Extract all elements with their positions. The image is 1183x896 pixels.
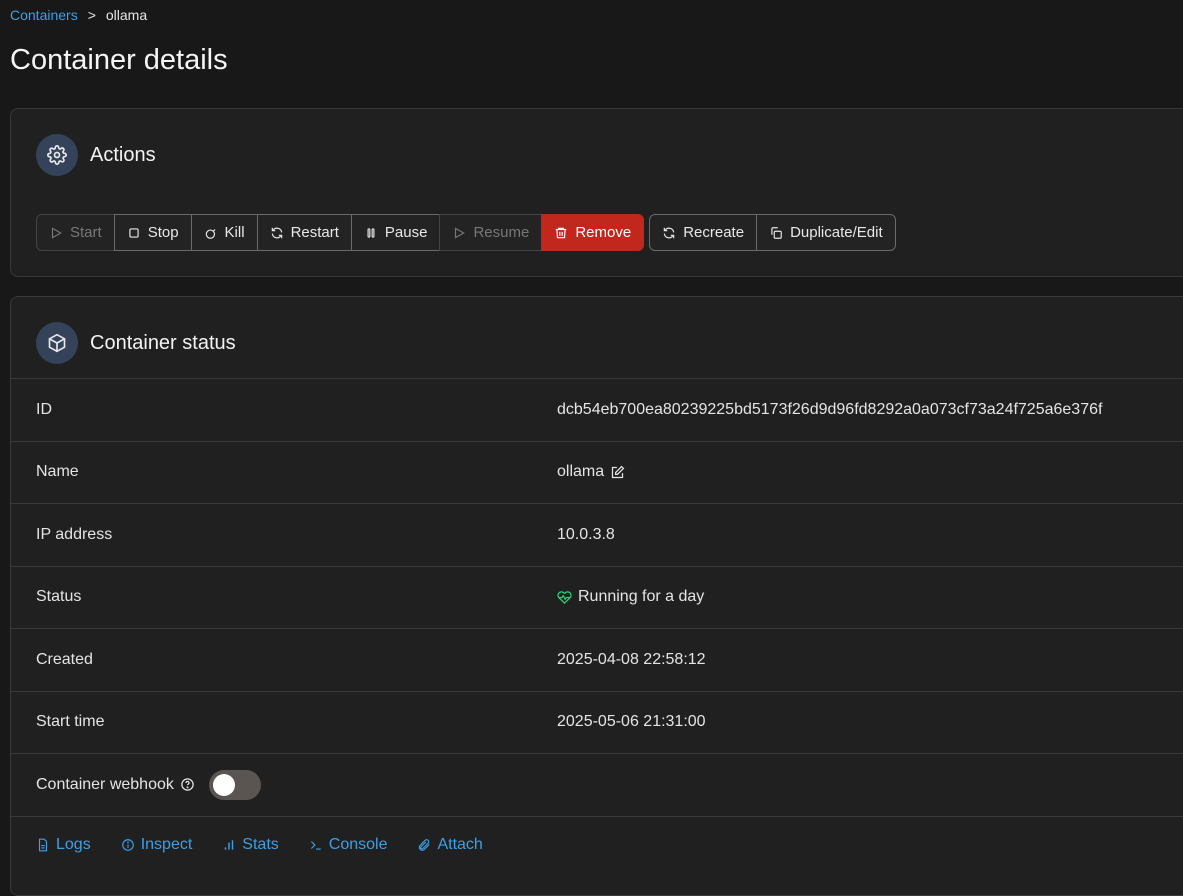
cube-icon [36, 322, 78, 364]
start-label: Start [70, 224, 102, 241]
container-status-card: Container status ID dcb54eb700ea80239225… [10, 296, 1183, 896]
name-value: ollama [557, 463, 605, 481]
secondary-actions-group: Recreate Duplicate/Edit [649, 214, 896, 251]
id-label: ID [36, 400, 52, 418]
ip-value: 10.0.3.8 [557, 525, 615, 543]
status-label: Status [36, 588, 82, 606]
console-link[interactable]: Console [309, 836, 388, 854]
stats-label: Stats [242, 836, 279, 853]
bar-chart-icon [225, 840, 234, 850]
container-links: Logs Inspect Stats Console Attach [36, 836, 483, 854]
recreate-label: Recreate [683, 224, 745, 241]
actions-header: Actions [36, 134, 156, 176]
copy-icon [771, 226, 782, 239]
breadcrumb: Containers > ollama [10, 7, 147, 23]
webhook-label-cell: Container webhook [36, 769, 261, 800]
created-value: 2025-04-08 22:58:12 [557, 650, 706, 668]
duplicate-edit-button[interactable]: Duplicate/Edit [756, 214, 896, 251]
created-label: Created [36, 650, 93, 668]
paperclip-icon [419, 839, 431, 851]
duplicate-edit-label: Duplicate/Edit [790, 224, 883, 241]
status-title: Container status [90, 331, 236, 354]
play-icon [455, 226, 466, 239]
pause-button[interactable]: Pause [350, 214, 441, 251]
name-label: Name [36, 463, 79, 481]
pause-label: Pause [384, 224, 428, 241]
webhook-toggle[interactable] [208, 769, 261, 800]
table-row-created: Created 2025-04-08 22:58:12 [11, 628, 1183, 691]
webhook-label: Container webhook [36, 775, 174, 793]
attach-link[interactable]: Attach [417, 836, 483, 854]
logs-link[interactable]: Logs [36, 836, 91, 854]
refresh-icon [271, 227, 282, 238]
ip-label: IP address [36, 525, 113, 543]
primary-actions-group: Start Stop Kill Restart Pause Resume Rem… [36, 214, 645, 251]
table-row-name: Name ollama [11, 440, 1183, 504]
stats-link[interactable]: Stats [222, 836, 279, 854]
console-label: Console [328, 836, 388, 853]
pause-icon [367, 227, 375, 238]
actions-card: Actions Start Stop Kill Restart Pause Re… [10, 108, 1183, 277]
start-time-label: Start time [36, 713, 105, 731]
recreate-button[interactable]: Recreate [649, 214, 758, 251]
attach-label: Attach [437, 836, 483, 853]
stop-button[interactable]: Stop [113, 214, 192, 251]
bomb-icon [205, 228, 216, 239]
inspect-label: Inspect [140, 836, 193, 853]
heartbeat-icon [557, 590, 572, 604]
status-header: Container status [36, 322, 236, 364]
kill-button[interactable]: Kill [190, 214, 258, 251]
edit-icon[interactable] [610, 465, 625, 480]
toggle-knob [212, 773, 235, 796]
resume-button[interactable]: Resume [439, 214, 543, 251]
file-icon [38, 838, 48, 852]
table-row-webhook: Container webhook [11, 753, 1183, 816]
gear-icon [36, 134, 78, 176]
table-row-ip: IP address 10.0.3.8 [11, 503, 1183, 566]
restart-button[interactable]: Restart [256, 214, 352, 251]
resume-label: Resume [473, 224, 530, 241]
actions-title: Actions [90, 143, 156, 166]
info-icon [121, 839, 134, 851]
start-button[interactable]: Start [36, 214, 115, 251]
trash-icon [556, 227, 567, 238]
logs-label: Logs [56, 836, 91, 853]
restart-label: Restart [290, 224, 339, 241]
remove-button[interactable]: Remove [541, 214, 645, 251]
start-time-value: 2025-05-06 21:31:00 [557, 713, 706, 731]
table-row-status: Status Running for a day [11, 565, 1183, 629]
id-value: dcb54eb700ea80239225bd5173f26d9d96fd8292… [557, 400, 1103, 418]
kill-label: Kill [224, 224, 245, 241]
breadcrumb-separator: > [87, 7, 96, 23]
breadcrumb-containers-link[interactable]: Containers [10, 7, 78, 23]
stop-icon [129, 227, 139, 238]
action-button-bar: Start Stop Kill Restart Pause Resume Rem… [36, 214, 896, 251]
terminal-icon [310, 841, 321, 850]
help-icon[interactable] [180, 777, 195, 792]
status-value-cell: Running for a day [557, 588, 704, 606]
play-icon [51, 226, 62, 239]
table-row-start-time: Start time 2025-05-06 21:31:00 [11, 690, 1183, 754]
table-row-id: ID dcb54eb700ea80239225bd5173f26d9d96fd8… [11, 378, 1183, 441]
refresh-icon [663, 227, 675, 238]
remove-label: Remove [575, 224, 632, 241]
breadcrumb-current: ollama [105, 7, 148, 23]
status-value: Running for a day [578, 588, 705, 606]
inspect-link[interactable]: Inspect [121, 836, 193, 854]
name-value-cell: ollama [557, 463, 625, 481]
status-table: ID dcb54eb700ea80239225bd5173f26d9d96fd8… [11, 378, 1183, 878]
stop-label: Stop [147, 224, 179, 241]
page-title: Container details [10, 44, 228, 76]
